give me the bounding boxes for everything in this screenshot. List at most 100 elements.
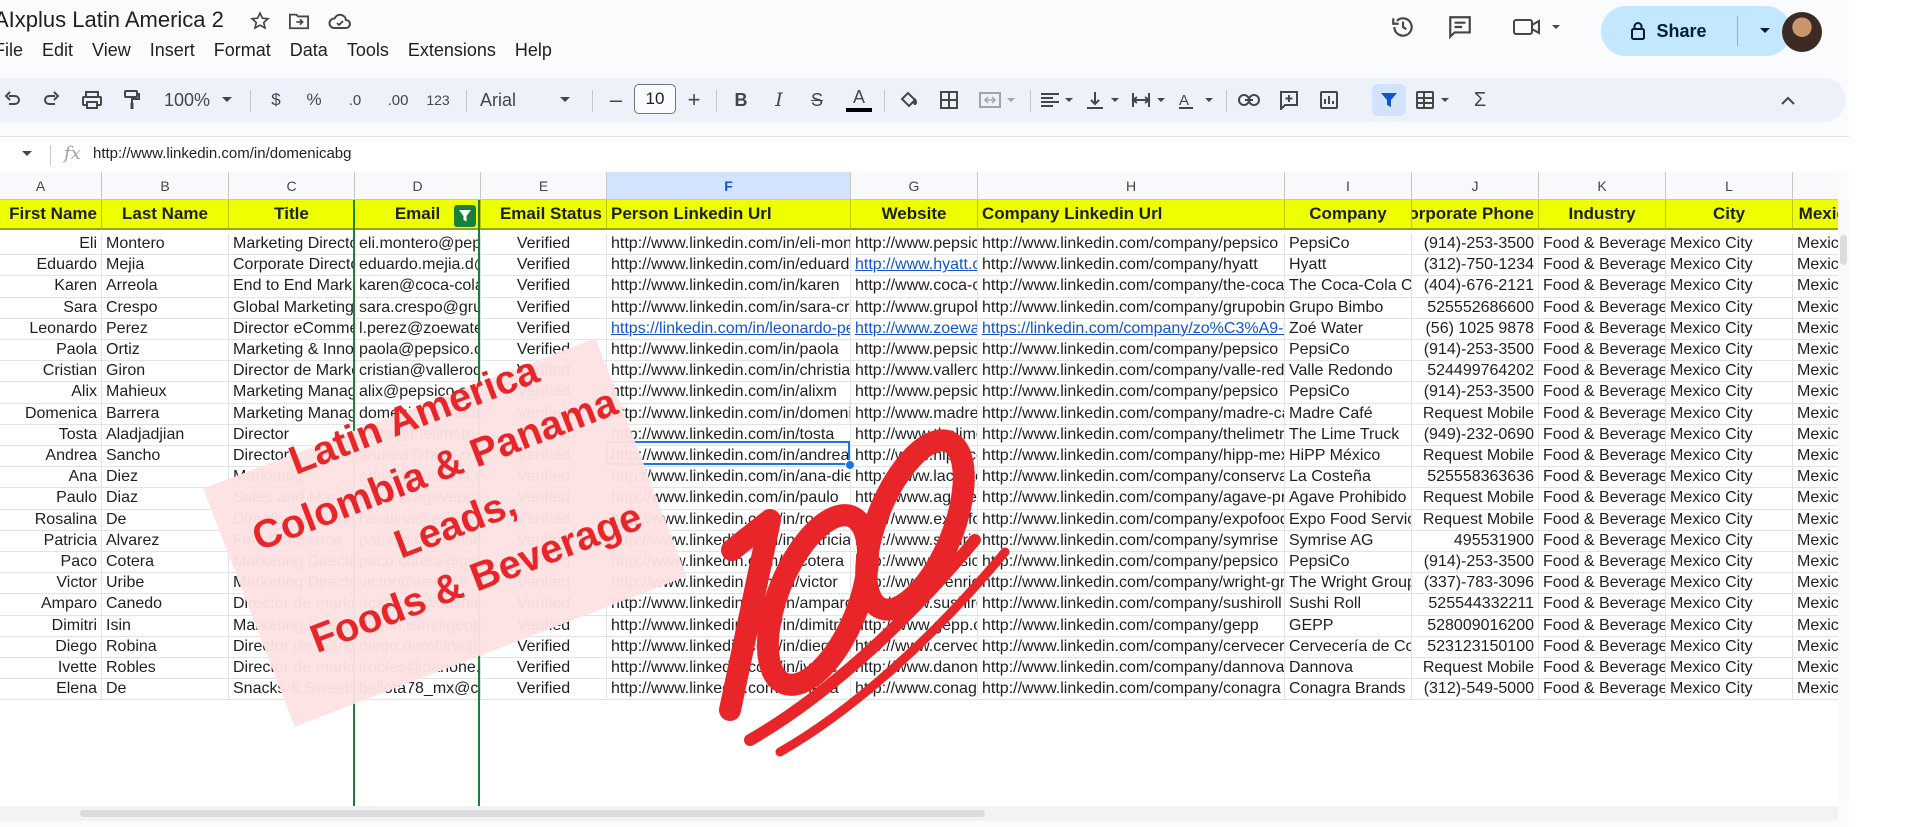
table-cell[interactable]: Mahieux [102,382,229,404]
table-cell[interactable]: karen@coca-cola.com [355,276,481,298]
table-cell[interactable]: HiPP México [1285,446,1412,468]
table-cell[interactable]: Verified [481,297,607,319]
font-size-input[interactable]: 10 [634,84,676,114]
table-cell[interactable]: Arreola [102,276,229,298]
table-cell[interactable]: Mexico City [1666,594,1793,616]
table-cell[interactable]: http://www.linkedin.com/company/hyatt [978,255,1285,277]
table-cell[interactable]: De [102,679,229,701]
table-cell[interactable]: Alvarez [102,530,229,552]
more-formats-button[interactable]: 123 [420,78,456,122]
table-cell[interactable]: Valle Redondo [1285,361,1412,383]
table-cell[interactable]: Robina [102,636,229,658]
undo-icon[interactable] [0,78,24,122]
column-header-i[interactable]: I [1285,172,1412,200]
document-title[interactable]: AIxplus Latin America 2 [0,7,224,33]
table-cell[interactable]: http://www.hyatt.com [851,255,978,277]
print-icon[interactable] [78,78,106,122]
header-cell-l[interactable]: City [1666,200,1793,230]
table-cell[interactable]: PepsiCo [1285,340,1412,362]
table-cell[interactable]: PepsiCo [1285,382,1412,404]
table-cell[interactable]: Verified [481,234,607,256]
vertical-scrollbar[interactable] [1838,200,1849,800]
name-box[interactable] [0,137,40,171]
table-cell[interactable]: Zoé Water [1285,318,1412,340]
table-cell[interactable]: Mexico City [1666,509,1793,531]
table-cell[interactable]: Elena [0,679,102,701]
header-cell-i[interactable]: Company [1285,200,1412,230]
table-cell[interactable]: Verified [481,255,607,277]
table-cell[interactable]: Ana [0,467,102,489]
table-cell[interactable]: Mexico [1793,382,1838,404]
table-cell[interactable]: http://www.linkedin.com/in/eduardo [607,255,851,277]
header-cell-e[interactable]: Email Status [481,200,607,230]
table-cell[interactable]: Uribe [102,573,229,595]
table-cell[interactable]: Marketing & Innovation [229,340,355,362]
version-history-icon[interactable] [1386,10,1420,44]
font-family-select[interactable]: Arial [480,78,575,122]
horizontal-scroll-thumb[interactable] [80,810,985,817]
table-cell[interactable]: Andrea [0,446,102,468]
table-cell[interactable]: Karen [0,276,102,298]
table-cell[interactable]: Patricia [0,530,102,552]
functions-icon[interactable]: Σ [1466,78,1494,122]
table-cell[interactable]: http://www.zoewater.com [851,318,978,340]
table-cell[interactable]: Food & Beverages [1539,255,1666,277]
table-cell[interactable]: Mexico City [1666,276,1793,298]
table-cell[interactable]: Verified [481,679,607,701]
column-header-f[interactable]: F [607,172,851,200]
decrease-decimal-button[interactable]: .0 [338,78,372,122]
column-header-e[interactable]: E [481,172,607,200]
table-cell[interactable]: Symrise AG [1285,530,1412,552]
table-cell[interactable]: Dimitri [0,615,102,637]
table-cell[interactable]: Mexico City [1666,530,1793,552]
table-cell[interactable]: Mexico City [1666,636,1793,658]
header-cell-h[interactable]: Company Linkedin Url [978,200,1285,230]
table-cell[interactable]: Amparo [0,594,102,616]
meet-video-icon[interactable] [1510,10,1570,44]
table-cell[interactable]: La Costeña [1285,467,1412,489]
table-cell[interactable]: http://www.pepsico.com [851,340,978,362]
table-cell[interactable]: Request Mobile [1412,658,1539,680]
table-cell[interactable]: Ivette [0,658,102,680]
table-cell[interactable]: Agave Prohibido [1285,488,1412,510]
table-cell[interactable]: Verified [481,658,607,680]
table-cell[interactable]: Food & Beverages [1539,234,1666,256]
table-cell[interactable]: l.perez@zoewater.com [355,318,481,340]
table-cell[interactable]: http://www.linkedin.com/in/paola [607,340,851,362]
table-cell[interactable]: Food & Beverages [1539,467,1666,489]
table-cell[interactable]: Food & Beverages [1539,679,1666,701]
table-cell[interactable]: Food & Beverages [1539,658,1666,680]
table-cell[interactable]: Dannova [1285,658,1412,680]
table-cell[interactable]: Mexico [1793,488,1838,510]
table-cell[interactable]: Mexico [1793,637,1838,658]
menu-insert[interactable]: Insert [150,38,195,62]
table-cell[interactable]: Robles [102,658,229,680]
table-cell[interactable]: The Wright Group [1285,573,1412,595]
table-cell[interactable]: Mexico [1793,573,1838,595]
table-cell[interactable]: PepsiCo [1285,552,1412,574]
header-cell-m[interactable]: Mexico [1793,200,1838,230]
horizontal-scrollbar[interactable] [0,806,1838,821]
formula-input[interactable]: http://www.linkedin.com/in/domenicabg [93,145,351,162]
header-cell-f[interactable]: Person Linkedin Url [607,200,851,230]
menu-tools[interactable]: Tools [347,38,389,62]
insert-link-icon[interactable] [1234,78,1264,122]
table-cell[interactable]: Mexico City [1666,361,1793,383]
move-folder-icon[interactable] [286,8,312,34]
table-cell[interactable]: Mexico [1793,404,1838,425]
fill-color-icon[interactable] [894,78,924,122]
table-cell[interactable]: Canedo [102,594,229,616]
menu-extensions[interactable]: Extensions [408,38,496,62]
table-cell[interactable]: GEPP [1285,615,1412,637]
table-cell[interactable]: (312)-549-5000 [1412,679,1539,701]
table-cell[interactable]: http://www.linkedin.com/in/eli-montero [607,234,851,256]
table-cell[interactable]: Mexico City [1666,658,1793,680]
table-cell[interactable]: Mexico [1793,594,1838,616]
column-header-d[interactable]: D [355,172,481,200]
table-cell[interactable]: Eli [0,234,102,256]
table-cell[interactable]: Mexico City [1666,467,1793,489]
table-cell[interactable]: Mexico [1793,467,1838,489]
table-cell[interactable]: Food & Beverages [1539,594,1666,616]
table-cell[interactable]: (56) 1025 9878 [1412,318,1539,340]
italic-icon[interactable]: I [766,78,792,122]
